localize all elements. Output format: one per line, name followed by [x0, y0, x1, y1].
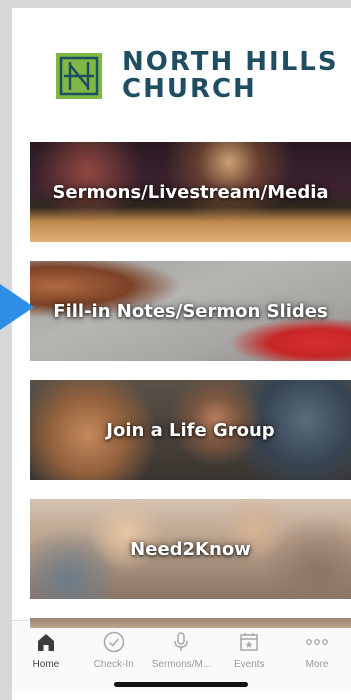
pointer-arrow-icon — [0, 284, 34, 330]
tile-label: Join a Life Group — [106, 419, 275, 441]
tab-more[interactable]: More — [285, 631, 349, 670]
tab-check-in[interactable]: Check-In — [82, 631, 146, 670]
church-logo: NORTH HILLS CHURCH — [56, 46, 339, 106]
tab-label: Sermons/M... — [151, 659, 212, 670]
tile-fill-in-notes[interactable]: Fill-in Notes/Sermon Slides — [30, 261, 351, 361]
tile-background-image — [30, 618, 351, 628]
tile-label: Need2Know — [130, 538, 251, 560]
tile-label: Fill-in Notes/Sermon Slides — [53, 300, 328, 322]
home-indicator[interactable] — [114, 682, 248, 687]
tab-sermons-media[interactable]: Sermons/M... — [149, 631, 213, 670]
logo-mark-icon — [56, 53, 102, 99]
more-dots-icon — [306, 639, 329, 645]
tab-label: Home — [32, 659, 60, 670]
church-name-line2: CHURCH — [122, 74, 257, 104]
house-icon — [37, 634, 54, 651]
tile-label: Sermons/Livestream/Media — [52, 181, 329, 203]
calendar-star-icon — [240, 633, 259, 651]
church-name-line1: NORTH HILLS — [122, 47, 339, 77]
tile-sermons-livestream-media[interactable]: Sermons/Livestream/Media — [30, 142, 351, 242]
tab-home[interactable]: Home — [14, 631, 78, 670]
tab-label: Events — [233, 659, 265, 670]
tab-label: More — [305, 659, 329, 670]
tab-label: Check-In — [93, 659, 134, 670]
tile-need2know[interactable]: Need2Know — [30, 499, 351, 599]
tile-join-life-group[interactable]: Join a Life Group — [30, 380, 351, 480]
microphone-icon — [174, 632, 189, 651]
check-circle-icon — [103, 631, 124, 653]
bottom-tab-bar: Home Check-In Sermons/M... Events More — [12, 620, 351, 691]
tab-events[interactable]: Events — [217, 631, 281, 670]
church-name: NORTH HILLS CHURCH — [122, 49, 339, 103]
app-screen: NORTH HILLS CHURCH Sermons/Livestream/Me… — [12, 8, 351, 700]
tile-partial-next[interactable] — [30, 618, 351, 628]
